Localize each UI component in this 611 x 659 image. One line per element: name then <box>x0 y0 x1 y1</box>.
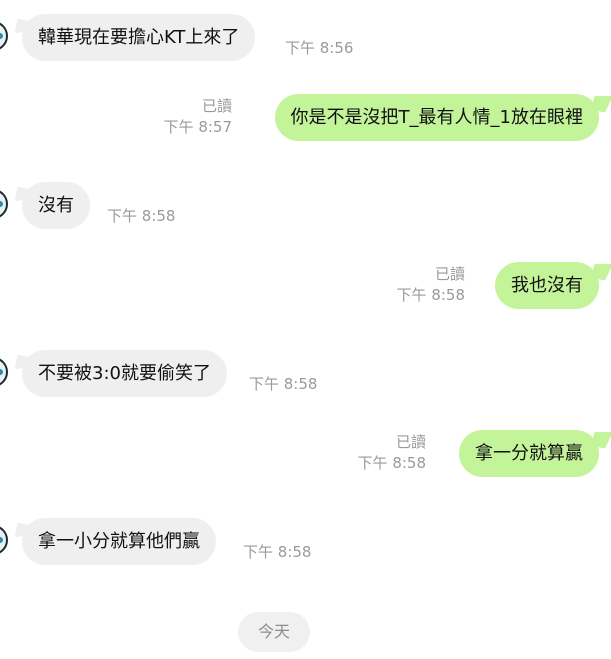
message-bubble-incoming[interactable]: 韓華現在要擔心KT上來了 <box>22 14 256 61</box>
message-time: 下午 8:58 <box>249 375 318 393</box>
contact-avatar[interactable] <box>0 189 8 219</box>
message-meta: 下午 8:58 <box>249 374 317 395</box>
message-meta: 已讀 下午 8:58 <box>397 264 465 306</box>
contact-avatar[interactable] <box>0 525 8 555</box>
message-time: 下午 8:58 <box>396 286 465 304</box>
message-bubble-incoming[interactable]: 沒有 <box>22 182 90 229</box>
contact-avatar[interactable] <box>0 357 8 387</box>
message-bubble-outgoing[interactable]: 我也沒有 <box>495 262 599 309</box>
message-meta: 下午 8:56 <box>285 38 353 59</box>
message-meta: 已讀 下午 8:58 <box>358 432 426 474</box>
message-bubble-incoming[interactable]: 不要被3:0就要偷笑了 <box>22 350 227 397</box>
message-time: 下午 8:56 <box>285 39 354 57</box>
message-meta: 下午 8:58 <box>107 206 175 227</box>
read-receipt: 已讀 <box>395 433 426 451</box>
read-receipt: 已讀 <box>434 265 465 283</box>
message-time: 下午 8:58 <box>243 543 312 561</box>
message-bubble-outgoing[interactable]: 你是不是沒把T_最有人情_1放在眼裡 <box>274 94 599 141</box>
message-bubble-outgoing[interactable]: 拿一分就算贏 <box>459 430 599 477</box>
date-divider: 今天 <box>238 612 310 652</box>
contact-avatar[interactable] <box>0 21 8 51</box>
message-time: 下午 8:57 <box>163 118 232 136</box>
chat-window: 韓華現在要擔心KT上來了 下午 8:56 已讀 下午 8:57 你是不是沒把T_… <box>0 0 611 659</box>
read-receipt: 已讀 <box>201 97 232 115</box>
message-bubble-incoming[interactable]: 拿一小分就算他們贏 <box>22 518 216 565</box>
message-meta: 已讀 下午 8:57 <box>164 96 232 138</box>
message-time: 下午 8:58 <box>357 454 426 472</box>
message-time: 下午 8:58 <box>107 207 176 225</box>
message-meta: 下午 8:58 <box>243 542 311 563</box>
